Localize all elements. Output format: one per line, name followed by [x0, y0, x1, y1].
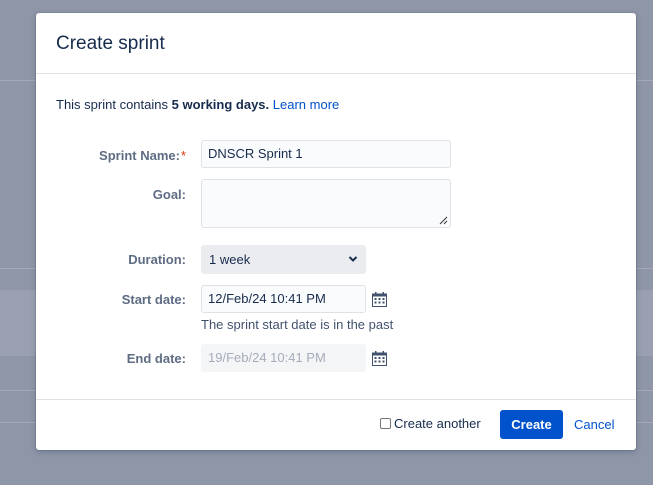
background-divider: [636, 80, 653, 81]
duration-label: Duration:: [128, 252, 186, 267]
chevron-down-icon: [348, 256, 358, 262]
dialog-header: Create sprint: [36, 13, 636, 74]
working-days-info: This sprint contains 5 working days. Lea…: [56, 97, 339, 112]
background-divider: [0, 390, 36, 391]
create-another-option[interactable]: Create another: [380, 416, 481, 431]
create-sprint-dialog: Create sprint This sprint contains 5 wor…: [36, 13, 636, 450]
end-date-input: 19/Feb/24 10:41 PM: [201, 344, 366, 372]
background-row: [0, 290, 36, 356]
required-marker: *: [180, 148, 186, 163]
resize-handle-icon[interactable]: [439, 216, 448, 225]
create-another-checkbox[interactable]: [380, 418, 391, 429]
sprint-name-label-text: Sprint Name:: [99, 148, 180, 163]
background-divider: [636, 422, 653, 423]
sprint-name-input[interactable]: DNSCR Sprint 1: [201, 140, 451, 168]
background-divider: [0, 422, 36, 423]
end-date-label: End date:: [126, 351, 186, 366]
goal-label: Goal:: [152, 187, 186, 202]
dialog-footer-divider: [36, 399, 636, 400]
background-divider: [0, 268, 36, 269]
working-days-count: 5 working days.: [171, 97, 270, 112]
duration-select[interactable]: 1 week: [201, 245, 366, 274]
cancel-link[interactable]: Cancel: [574, 417, 614, 432]
learn-more-link[interactable]: Learn more: [273, 97, 339, 112]
intro-text: This sprint contains: [56, 97, 172, 112]
sprint-name-label: Sprint Name:*: [36, 148, 186, 163]
background-divider: [0, 80, 36, 81]
start-date-input[interactable]: 12/Feb/24 10:41 PM: [201, 285, 366, 313]
background-divider: [636, 268, 653, 269]
duration-selected-value: 1 week: [209, 252, 251, 267]
calendar-icon[interactable]: [371, 350, 388, 367]
start-date-label: Start date:: [121, 292, 186, 307]
create-another-label[interactable]: Create another: [394, 416, 481, 431]
dialog-title: Create sprint: [56, 33, 165, 54]
calendar-icon[interactable]: [371, 291, 388, 308]
goal-textarea[interactable]: [201, 179, 451, 228]
create-button[interactable]: Create: [500, 410, 563, 439]
background-row: [636, 290, 653, 356]
start-date-hint: The sprint start date is in the past: [201, 317, 394, 332]
background-divider: [636, 390, 653, 391]
